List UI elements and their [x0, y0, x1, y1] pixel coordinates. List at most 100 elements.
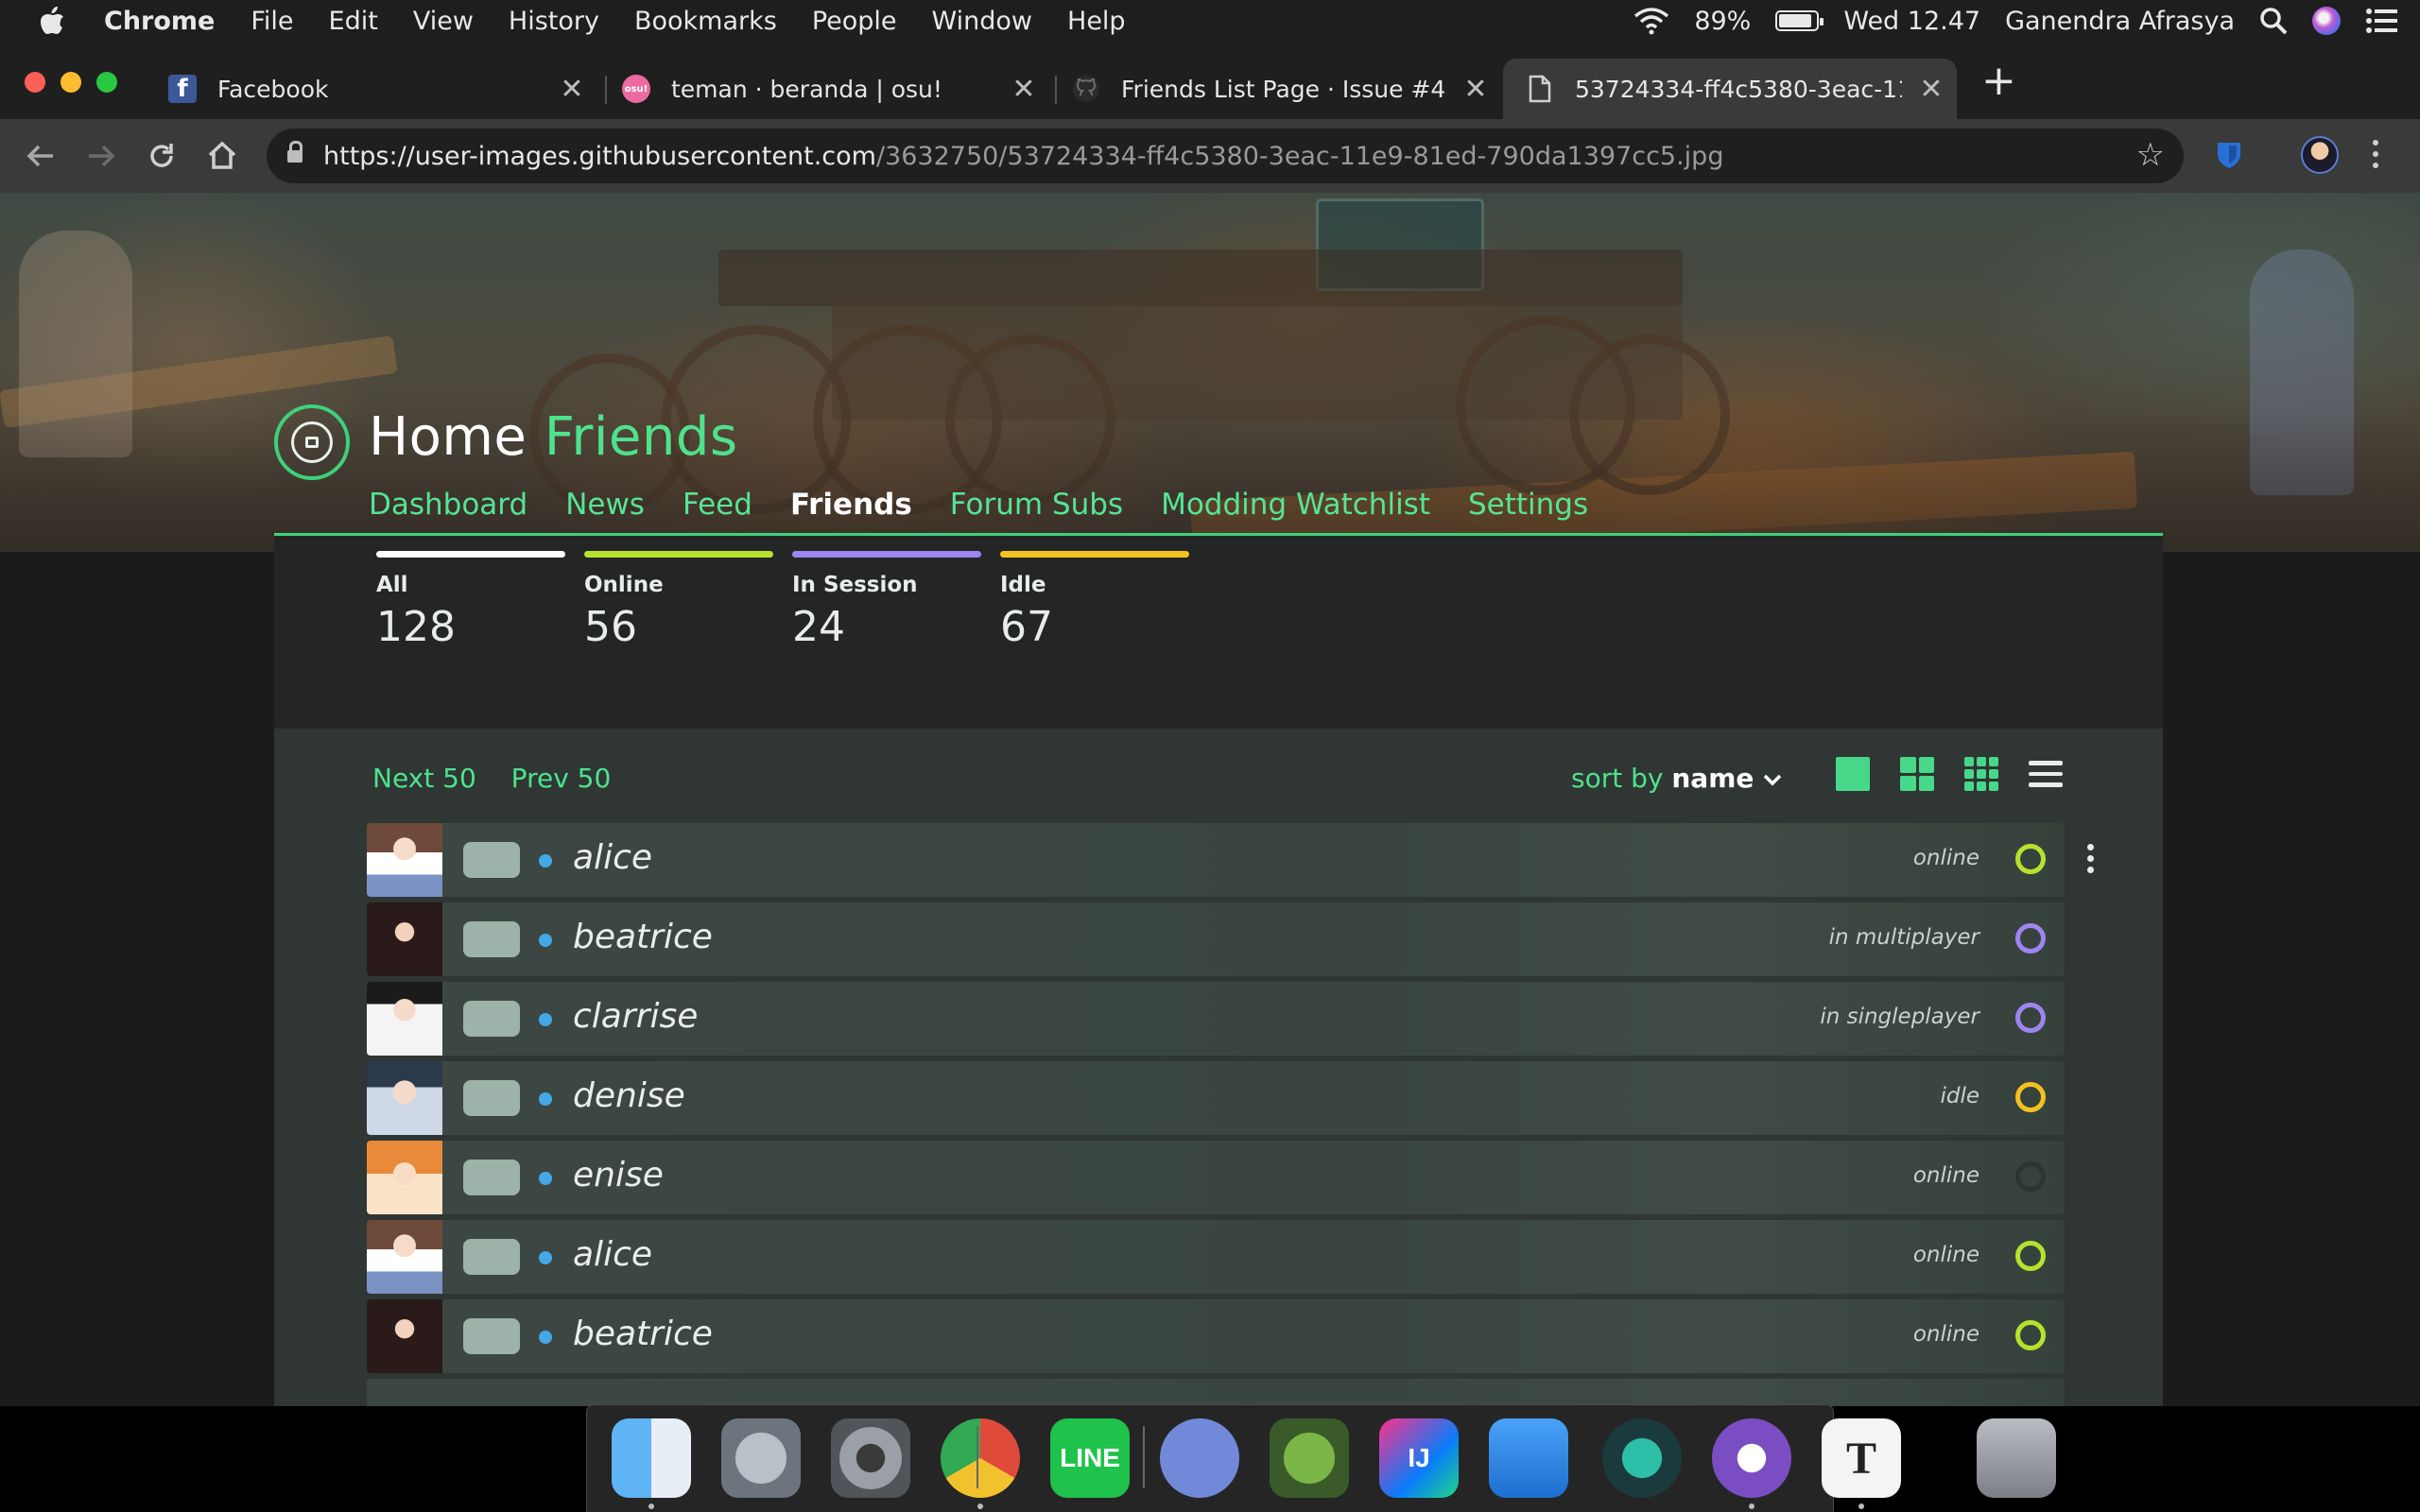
nav-friends[interactable]: Friends: [789, 488, 912, 542]
minimize-window-button[interactable]: [60, 72, 81, 93]
home-icon[interactable]: [206, 140, 238, 172]
friend-row[interactable]: beatrice in multiplayer: [367, 902, 2065, 976]
menu-window[interactable]: Window: [932, 7, 1032, 36]
tab-close-button[interactable]: ✕: [1011, 73, 1036, 106]
gitkraken-icon[interactable]: [1602, 1418, 1682, 1498]
friend-username[interactable]: alice: [573, 838, 652, 877]
back-arrow-icon[interactable]: [25, 140, 57, 172]
view-card-large-icon[interactable]: [1836, 757, 1870, 791]
friend-avatar[interactable]: [367, 1220, 442, 1294]
chrome-icon[interactable]: [941, 1418, 1020, 1498]
wifi-icon[interactable]: [1634, 7, 1669, 35]
friend-username[interactable]: enise: [573, 1156, 664, 1194]
friend-row[interactable]: alice online: [367, 1220, 2065, 1294]
menu-bookmarks[interactable]: Bookmarks: [634, 7, 777, 36]
menu-people[interactable]: People: [812, 7, 897, 36]
country-flag-placeholder[interactable]: [463, 1239, 520, 1275]
siri-icon[interactable]: [2312, 7, 2341, 35]
country-flag-placeholder[interactable]: [463, 1001, 520, 1037]
country-flag-placeholder[interactable]: [463, 1318, 520, 1354]
menu-clock[interactable]: Wed 12.47: [1843, 7, 1980, 36]
forward-arrow-icon[interactable]: [85, 140, 117, 172]
reload-icon[interactable]: [146, 140, 178, 172]
tab-close-button[interactable]: ✕: [1463, 73, 1488, 106]
friend-username[interactable]: beatrice: [573, 918, 713, 956]
menu-help[interactable]: Help: [1067, 7, 1126, 36]
country-flag-placeholder[interactable]: [463, 1160, 520, 1195]
menu-file[interactable]: File: [251, 7, 293, 36]
apple-menu-icon[interactable]: [38, 5, 66, 37]
friend-row[interactable]: enise online: [367, 1141, 2065, 1214]
zoom-window-button[interactable]: [96, 72, 117, 93]
sort-dropdown[interactable]: sort by name: [1571, 763, 1783, 794]
tab-osu[interactable]: osu! teman · beranda | osu! ✕: [622, 59, 1036, 119]
menu-view[interactable]: View: [413, 7, 474, 36]
system-preferences-icon[interactable]: [831, 1418, 910, 1498]
stat-online[interactable]: Online 56: [584, 551, 773, 651]
close-window-button[interactable]: [25, 72, 45, 93]
tab-image-active[interactable]: 53724334-ff4c5380-3eac-11e9-81ed-790da13…: [1503, 59, 1957, 119]
chrome-menu-icon[interactable]: [2373, 140, 2380, 174]
friend-username[interactable]: denise: [573, 1076, 685, 1115]
tab-github-issue[interactable]: Friends List Page · Issue #4232 · ppy/os…: [1072, 59, 1488, 119]
friend-avatar[interactable]: [367, 982, 442, 1056]
friend-row[interactable]: clarrise in singleplayer: [367, 982, 2065, 1056]
country-flag-placeholder[interactable]: [463, 1080, 520, 1116]
nav-forum-subs[interactable]: Forum Subs: [950, 488, 1123, 522]
country-flag-placeholder[interactable]: [463, 842, 520, 878]
nav-modding-watchlist[interactable]: Modding Watchlist: [1161, 488, 1430, 522]
friend-avatar[interactable]: [367, 823, 442, 897]
bookmark-star-icon[interactable]: ☆: [2136, 136, 2165, 174]
tab-close-button[interactable]: ✕: [560, 73, 584, 106]
menu-history[interactable]: History: [509, 7, 599, 36]
view-grid-2-icon[interactable]: [1900, 757, 1934, 791]
lock-icon[interactable]: [287, 141, 302, 165]
friend-row-partial[interactable]: [367, 1379, 2065, 1406]
view-grid-3-icon[interactable]: [1964, 757, 1998, 791]
friend-avatar[interactable]: [367, 1141, 442, 1214]
menu-app-name[interactable]: Chrome: [104, 7, 215, 36]
spotlight-search-icon[interactable]: [2259, 7, 2288, 35]
launchpad-icon[interactable]: [721, 1418, 801, 1498]
menu-edit[interactable]: Edit: [329, 7, 378, 36]
friend-username[interactable]: beatrice: [573, 1314, 713, 1353]
intellij-icon[interactable]: IJ: [1379, 1418, 1459, 1498]
row-menu-icon[interactable]: [2087, 844, 2095, 878]
nav-settings[interactable]: Settings: [1468, 488, 1588, 522]
address-bar[interactable]: https://user-images.githubusercontent.co…: [267, 129, 2184, 183]
view-list-icon[interactable]: [2029, 757, 2063, 791]
finder-icon[interactable]: [612, 1418, 691, 1498]
stat-idle[interactable]: Idle 67: [1000, 551, 1189, 651]
nav-news[interactable]: News: [565, 488, 645, 522]
friend-username[interactable]: alice: [573, 1235, 652, 1274]
profile-avatar[interactable]: [2301, 136, 2339, 174]
next-page-link[interactable]: Next 50: [372, 763, 476, 794]
friend-row[interactable]: beatrice online: [367, 1299, 2065, 1373]
github-desktop-icon[interactable]: [1712, 1418, 1791, 1498]
tab-facebook[interactable]: f Facebook ✕: [168, 59, 584, 119]
friend-row[interactable]: denise idle: [367, 1061, 2065, 1135]
battery-icon[interactable]: [1775, 10, 1824, 31]
menu-user-name[interactable]: Ganendra Afrasya: [2005, 7, 2235, 36]
android-studio-icon[interactable]: [1270, 1418, 1349, 1498]
bitwarden-shield-icon[interactable]: [2216, 140, 2242, 170]
line-icon[interactable]: LINE: [1050, 1418, 1130, 1498]
notification-center-icon[interactable]: [2365, 8, 2399, 34]
friend-avatar[interactable]: [367, 1061, 442, 1135]
prev-page-link[interactable]: Prev 50: [511, 763, 612, 794]
friend-avatar[interactable]: [367, 902, 442, 976]
nav-feed[interactable]: Feed: [683, 488, 752, 522]
xcode-icon[interactable]: [1489, 1418, 1568, 1498]
country-flag-placeholder[interactable]: [463, 921, 520, 957]
typora-icon[interactable]: T: [1822, 1418, 1901, 1498]
tab-close-button[interactable]: ✕: [1919, 73, 1944, 106]
friend-row[interactable]: alice online: [367, 823, 2094, 897]
friend-avatar[interactable]: [367, 1299, 442, 1373]
stat-all[interactable]: All 128: [376, 551, 565, 651]
nav-dashboard[interactable]: Dashboard: [369, 488, 527, 522]
friend-username[interactable]: clarrise: [573, 997, 698, 1036]
trash-icon[interactable]: [1977, 1418, 2056, 1498]
discord-icon[interactable]: [1160, 1418, 1239, 1498]
stat-in-session[interactable]: In Session 24: [792, 551, 981, 651]
new-tab-button[interactable]: +: [1981, 60, 2016, 102]
